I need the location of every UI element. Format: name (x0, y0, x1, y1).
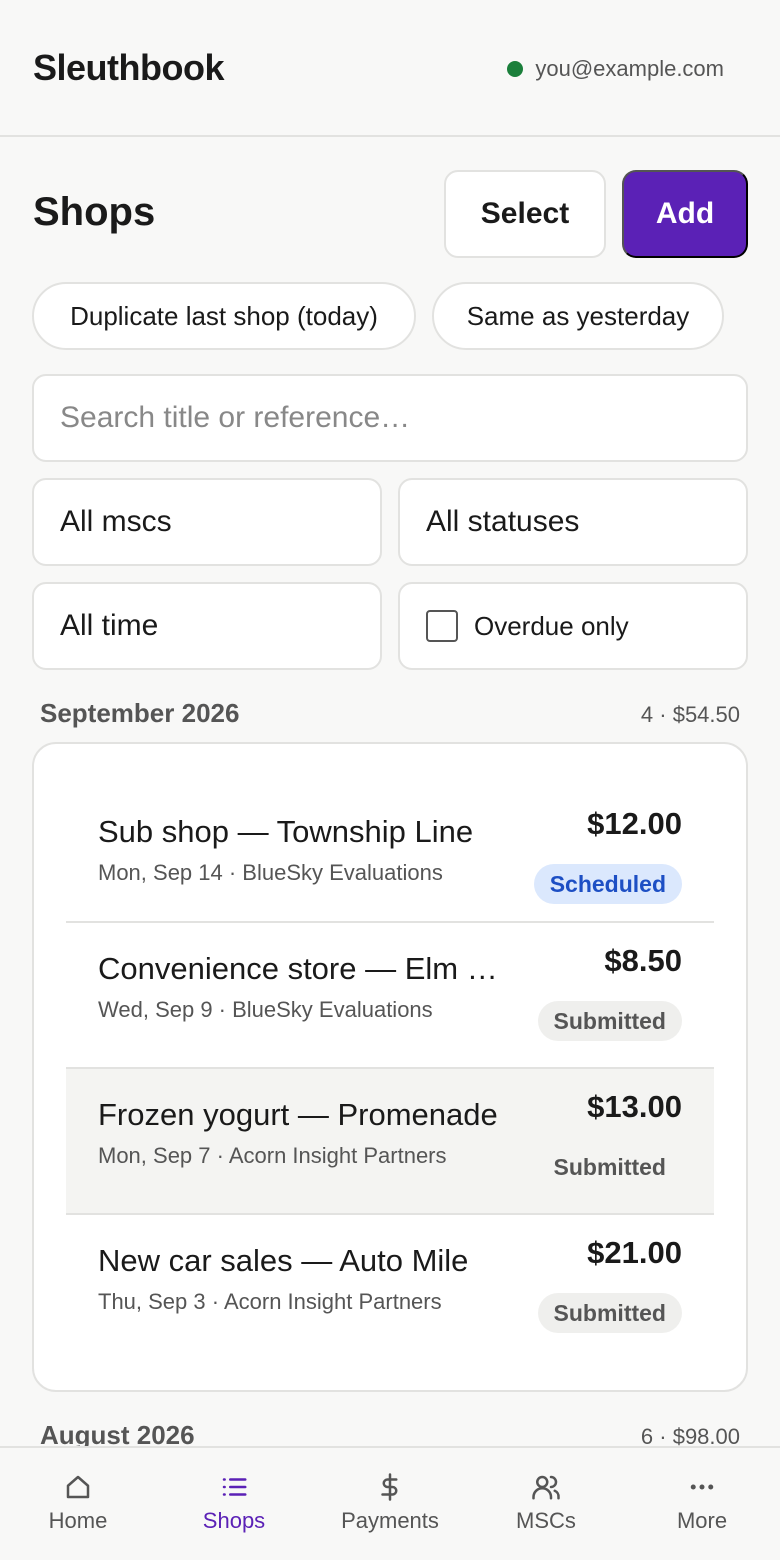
overdue-checkbox[interactable] (426, 610, 458, 642)
nav-payments[interactable]: Payments (312, 1448, 468, 1560)
month-summary: 4 · $54.50 (640, 702, 740, 727)
shop-row[interactable]: Convenience store — Elm Street Wed, Sep … (66, 923, 714, 1069)
home-icon (66, 1475, 90, 1499)
account-indicator[interactable]: you@example.com (507, 56, 724, 82)
shop-amount: $13.00 (587, 1089, 682, 1124)
account-email: you@example.com (535, 56, 724, 81)
shop-amount: $12.00 (587, 806, 682, 841)
shop-title: Convenience store — Elm Street (98, 951, 510, 986)
nav-home[interactable]: Home (0, 1448, 156, 1560)
nav-label: MSCs (516, 1508, 576, 1533)
list-icon (222, 1478, 247, 1496)
mscs-filter-select[interactable]: All mscs (32, 478, 382, 566)
shop-row[interactable]: Sub shop — Township Line Mon, Sep 14 · B… (66, 786, 714, 932)
shop-title: Sub shop — Township Line (98, 814, 474, 849)
nav-label: More (676, 1508, 728, 1533)
status-badge: Submitted (537, 1293, 682, 1333)
nav-label: Shops (202, 1508, 266, 1533)
shop-amount: $21.00 (587, 1235, 682, 1270)
nav-more[interactable]: More (624, 1448, 780, 1560)
time-filter-select[interactable]: All time (32, 582, 382, 670)
more-icon (690, 1484, 714, 1490)
shop-list-card: Sub shop — Township Line Mon, Sep 14 · B… (32, 742, 748, 1392)
select-button[interactable]: Select (444, 170, 606, 258)
overdue-label: Overdue only (474, 610, 629, 641)
shop-title: Frozen yogurt — Promenade (98, 1097, 498, 1132)
shop-meta: Thu, Sep 3 · Acorn Insight Partners (98, 1289, 442, 1314)
shop-amount: $8.50 (604, 943, 682, 978)
month-header: September 2026 4 · $54.50 (40, 698, 740, 729)
shop-title: New car sales — Auto Mile (98, 1243, 469, 1278)
bottom-nav: Home Shops Payments MSCs More (0, 1446, 780, 1560)
add-button[interactable]: Add (622, 170, 748, 258)
status-badge: Submitted (537, 1001, 682, 1041)
users-icon (532, 1475, 560, 1500)
shop-meta: Mon, Sep 14 · BlueSky Evaluations (98, 860, 443, 885)
page-title: Shops (33, 190, 156, 234)
nav-mscs[interactable]: MSCs (468, 1448, 624, 1560)
dollar-icon (381, 1473, 398, 1501)
app-name[interactable]: Sleuthbook (33, 47, 225, 89)
status-filter-select[interactable]: All statuses (398, 478, 748, 566)
nav-label: Home (48, 1508, 108, 1533)
shop-meta: Wed, Sep 9 · BlueSky Evaluations (98, 997, 433, 1022)
shop-meta: Mon, Sep 7 · Acorn Insight Partners (98, 1143, 447, 1168)
online-status-dot (507, 61, 524, 77)
status-badge: Submitted (553, 1153, 666, 1180)
top-bar: Sleuthbook you@example.com (0, 0, 780, 137)
overdue-only-toggle[interactable]: Overdue only (398, 582, 748, 670)
status-badge: Scheduled (533, 864, 682, 904)
month-title: September 2026 (40, 698, 240, 728)
same-as-yesterday-button[interactable]: Same as yesterday (432, 282, 724, 350)
duplicate-last-shop-button[interactable]: Duplicate last shop (today) (32, 282, 416, 350)
nav-shops[interactable]: Shops (156, 1448, 312, 1560)
nav-label: Payments (341, 1508, 439, 1533)
shop-row[interactable]: Frozen yogurt — Promenade Mon, Sep 7 · A… (66, 1069, 714, 1215)
search-input[interactable]: Search title or reference… (32, 374, 748, 462)
shop-row[interactable]: New car sales — Auto Mile Thu, Sep 3 · A… (66, 1215, 714, 1361)
